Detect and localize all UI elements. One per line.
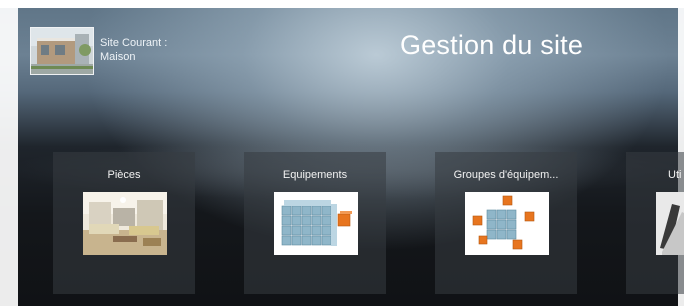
card-equipements[interactable]: Equipements	[244, 152, 386, 294]
cube-blocks-icon	[274, 192, 358, 255]
card-utilisateurs[interactable]: Uti	[626, 152, 684, 294]
site-thumbnail[interactable]	[30, 27, 94, 75]
current-site-name: Maison	[100, 51, 136, 63]
top-border	[0, 0, 684, 8]
app-window: Site Courant : Maison Gestion du site Pi…	[0, 0, 684, 306]
users-photo-icon	[656, 192, 684, 255]
card-label: Pièces	[107, 169, 141, 181]
card-label: Equipements	[282, 169, 348, 181]
room-photo-icon	[83, 192, 167, 255]
cube-group-icon	[465, 192, 549, 255]
current-site-caption: Site Courant :	[100, 37, 168, 49]
card-pieces[interactable]: Pièces	[53, 152, 195, 294]
card-groupes-equipements[interactable]: Groupes d'équipem...	[435, 152, 577, 294]
card-label: Uti	[668, 169, 682, 181]
card-label: Groupes d'équipem...	[453, 169, 559, 181]
current-site-label: Site Courant : Maison	[100, 36, 167, 64]
page-title: Gestion du site	[400, 30, 584, 60]
